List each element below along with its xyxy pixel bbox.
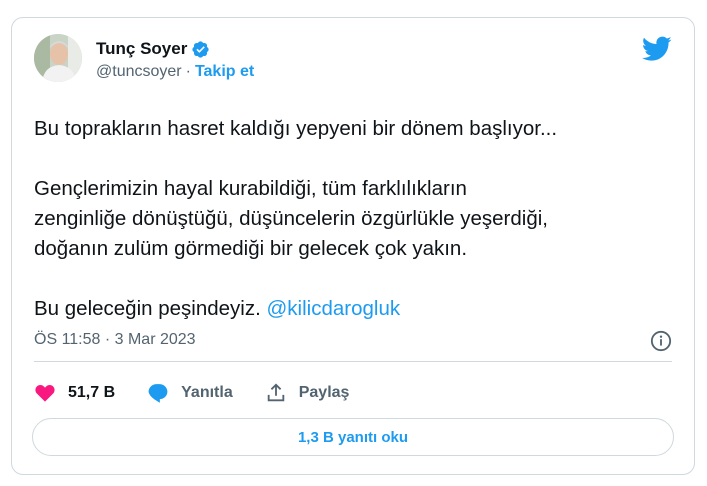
tweet-text: Bu toprakların hasret kaldığı yepyeni bi… bbox=[34, 114, 674, 324]
tweet-card: Tunç Soyer @tuncsoyer · Takip et Bu topr… bbox=[11, 17, 695, 475]
action-bar: 51,7 B Yanıtla Paylaş bbox=[34, 378, 381, 408]
tweet-line: Gençlerimizin hayal kurabildiği, tüm far… bbox=[34, 177, 467, 200]
mention-link[interactable]: @kilicdarogluk bbox=[267, 297, 401, 320]
tweet-line: zenginliğe dönüştüğü, düşüncelerin özgür… bbox=[34, 207, 548, 230]
display-name[interactable]: Tunç Soyer bbox=[96, 39, 187, 59]
avatar-image bbox=[34, 34, 82, 82]
info-icon[interactable] bbox=[650, 330, 672, 352]
reply-label: Yanıtla bbox=[181, 384, 233, 401]
divider bbox=[34, 361, 672, 362]
tweet-line: Bu geleceğin peşindeyiz. @kilicdarogluk bbox=[34, 294, 674, 324]
like-count: 51,7 B bbox=[68, 384, 116, 401]
author-info: Tunç Soyer @tuncsoyer · Takip et bbox=[96, 38, 254, 81]
follow-link[interactable]: Takip et bbox=[195, 63, 254, 81]
handle[interactable]: @tuncsoyer bbox=[96, 63, 182, 81]
twitter-bird-icon[interactable] bbox=[642, 36, 672, 62]
reply-button[interactable]: Yanıtla bbox=[147, 382, 233, 404]
tweet-line: doğanın zulüm görmediği bir gelecek çok … bbox=[34, 237, 468, 260]
tweet-line: Bu toprakların hasret kaldığı yepyeni bi… bbox=[34, 117, 558, 140]
reply-icon bbox=[148, 384, 168, 403]
share-button[interactable]: Paylaş bbox=[265, 382, 350, 404]
verified-icon bbox=[192, 40, 209, 58]
tweet-line-text: Bu geleceğin peşindeyiz. bbox=[34, 297, 261, 320]
avatar[interactable] bbox=[34, 34, 82, 82]
heart-icon bbox=[35, 385, 55, 402]
read-replies-button[interactable]: 1,3 B yanıtı oku bbox=[32, 418, 674, 456]
like-button[interactable]: 51,7 B bbox=[34, 382, 115, 404]
timestamp[interactable]: ÖS 11:58 · 3 Mar 2023 bbox=[34, 331, 196, 349]
share-label: Paylaş bbox=[298, 384, 350, 401]
separator-dot: · bbox=[185, 63, 191, 80]
share-icon bbox=[267, 383, 284, 402]
